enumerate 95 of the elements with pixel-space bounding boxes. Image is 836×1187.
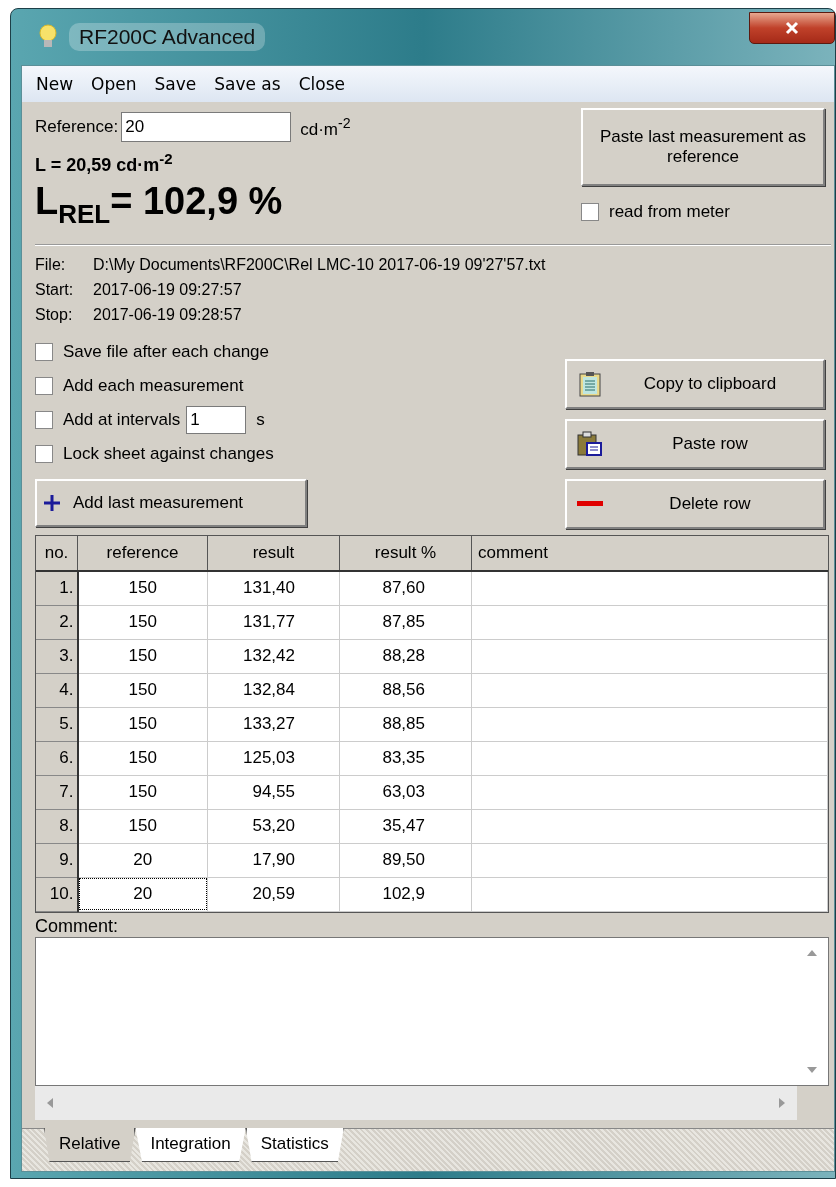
row-number[interactable]: 4.	[36, 673, 78, 708]
menu-item[interactable]: Save as	[210, 72, 291, 96]
table-cell: 150	[77, 639, 208, 674]
table-cell: 150	[77, 605, 208, 640]
unit-label: s	[256, 409, 265, 430]
table-cell: 125,03	[207, 741, 340, 776]
table-cell: 133,27	[207, 707, 340, 742]
side-button[interactable]: Copy to clipboard	[565, 358, 825, 409]
checkbox[interactable]	[35, 342, 53, 361]
row-number[interactable]: 8.	[36, 809, 78, 844]
window-title: RF200C Advanced	[69, 23, 266, 51]
comment-field[interactable]	[35, 936, 829, 1086]
table-cell: 20	[77, 877, 208, 912]
add-measurement-button[interactable]: Add last measurement	[35, 478, 307, 527]
unit-label: cd·m$^{-2}$	[300, 114, 351, 140]
info-value: 2017-06-19 09:28:57	[93, 304, 243, 325]
table-cell: 87,85	[339, 605, 472, 640]
table-cell: 132,42	[207, 639, 340, 674]
reference-field[interactable]: 20	[121, 112, 292, 142]
row-number[interactable]: 5.	[36, 707, 78, 742]
info-label: Start:	[35, 279, 75, 300]
relative-reading: L$_{REL}$= 102,9 %	[35, 180, 284, 230]
checkbox-label: Save file after each change	[63, 341, 270, 362]
horizontal-scrollbar[interactable]	[35, 1086, 797, 1120]
table-cell: 150	[77, 809, 208, 844]
paste-icon	[575, 430, 605, 457]
column-header[interactable]: no.	[36, 535, 78, 571]
scroll-up-icon	[807, 949, 817, 956]
info-value: D:\My Documents\RF200C\Rel LMC-10 2017-06-19 09'27'57.txt	[93, 254, 547, 275]
info-value: 2017-06-19 09:27:57	[93, 279, 243, 300]
row-number[interactable]: 9.	[36, 843, 78, 878]
side-button[interactable]: Paste row	[565, 418, 825, 469]
row-number[interactable]: 2.	[36, 605, 78, 640]
column-header[interactable]: result %	[339, 535, 472, 571]
checkbox-label: Add at intervals	[63, 409, 181, 430]
table-cell: 88,28	[339, 639, 472, 674]
column-header[interactable]: comment	[471, 535, 828, 571]
tab[interactable]: Integration	[135, 1128, 246, 1162]
row-number[interactable]: 7.	[36, 775, 78, 810]
checkbox[interactable]	[581, 203, 599, 221]
table-cell: 132,84	[207, 673, 340, 708]
scroll-left-icon	[47, 1098, 53, 1108]
lightbulb-icon	[39, 24, 57, 50]
row-number[interactable]: 10.	[36, 877, 78, 912]
table-cell: 94,55	[207, 775, 340, 810]
table-cell: 83,35	[339, 741, 472, 776]
menu-item[interactable]: Save	[150, 72, 207, 96]
table-cell: 150	[77, 775, 208, 810]
menu-item[interactable]: Open	[87, 72, 147, 96]
checkbox-label: Lock sheet against changes	[63, 443, 274, 464]
comment-label: Comment:	[35, 915, 120, 937]
checkbox[interactable]	[35, 376, 53, 395]
interval-field[interactable]: 1	[186, 405, 247, 434]
table-cell: 20	[77, 843, 208, 878]
checkbox[interactable]	[35, 410, 53, 429]
table-cell: 87,60	[339, 570, 472, 606]
table-cell: 131,40	[207, 570, 340, 606]
minus-icon	[575, 500, 605, 507]
row-number[interactable]: 1.	[36, 570, 78, 606]
table-cell: 150	[77, 707, 208, 742]
table-cell: 63,03	[339, 775, 472, 810]
table-cell: 35,47	[339, 809, 472, 844]
paste-reference-button[interactable]: Paste last measurement as reference	[581, 108, 825, 186]
info-label: File:	[35, 254, 67, 275]
tab[interactable]: Relative	[44, 1128, 136, 1162]
side-button[interactable]: Delete row	[565, 478, 825, 529]
scroll-down-icon	[807, 1067, 817, 1073]
checkbox-label: Add each measurement	[63, 375, 244, 396]
checkbox[interactable]	[35, 444, 53, 463]
info-label: Stop:	[35, 304, 74, 325]
column-header[interactable]: reference	[77, 535, 208, 571]
table-cell: 150	[77, 741, 208, 776]
table-cell: 88,85	[339, 707, 472, 742]
luminance-reading: L = 20,59 cd·m$^{-2}$	[35, 150, 174, 176]
menu-item[interactable]: New	[32, 72, 84, 96]
column-header[interactable]: result	[207, 535, 340, 571]
checkbox-label: read from meter	[609, 202, 730, 222]
close-icon	[784, 21, 800, 35]
table-cell: 131,77	[207, 605, 340, 640]
table-cell: 89,50	[339, 843, 472, 878]
row-number[interactable]: 3.	[36, 639, 78, 674]
table-cell: 150	[77, 570, 208, 606]
menu-item[interactable]: Close	[294, 72, 355, 96]
plus-icon	[43, 493, 61, 512]
tab[interactable]: Statistics	[245, 1128, 344, 1162]
row-number[interactable]: 6.	[36, 741, 78, 776]
table-cell: 17,90	[207, 843, 340, 878]
table-cell: 102,9	[339, 877, 472, 912]
table-cell: 20,59	[207, 877, 340, 912]
close-button[interactable]	[749, 12, 835, 44]
table-cell: 53,20	[207, 809, 340, 844]
table-cell: 88,56	[339, 673, 472, 708]
scroll-right-icon	[779, 1098, 785, 1108]
reference-label: Reference:	[35, 117, 119, 137]
table-cell: 150	[77, 673, 208, 708]
